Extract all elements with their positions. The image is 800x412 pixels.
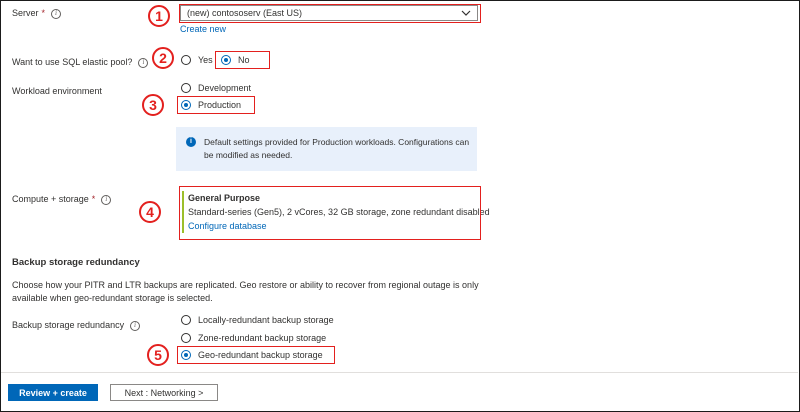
backup-label-row: Backup storage redundancy i — [12, 320, 141, 331]
callout-box-1 — [179, 4, 481, 23]
info-icon[interactable]: i — [101, 195, 112, 205]
elastic-pool-label: Want to use SQL elastic pool? — [12, 57, 133, 67]
callout-number-4: 4 — [139, 201, 161, 223]
footer-divider — [1, 372, 798, 373]
radio-label: Yes — [198, 55, 213, 65]
server-label-row: Server * i — [12, 8, 62, 19]
radio-button[interactable] — [181, 83, 191, 93]
callout-number-2: 2 — [152, 47, 174, 69]
info-circle-icon: i — [186, 137, 196, 147]
next-networking-button[interactable]: Next : Networking > — [110, 384, 218, 401]
workload-info-banner: i Default settings provided for Producti… — [176, 127, 477, 171]
backup-locally-redundant-option[interactable]: Locally-redundant backup storage — [181, 313, 334, 327]
info-icon[interactable]: i — [130, 321, 141, 331]
compute-label-row: Compute + storage * i — [12, 194, 112, 205]
callout-number-5: 5 — [147, 344, 169, 366]
required-mark: * — [91, 194, 96, 204]
backup-section-title: Backup storage redundancy — [12, 257, 140, 268]
callout-box-3 — [177, 96, 255, 114]
radio-button[interactable] — [181, 315, 191, 325]
callout-number-1: 1 — [148, 5, 170, 27]
backup-zone-redundant-option[interactable]: Zone-redundant backup storage — [181, 331, 326, 345]
callout-box-4 — [179, 186, 481, 240]
workload-development-option[interactable]: Development — [181, 81, 251, 95]
review-create-button[interactable]: Review + create — [8, 384, 98, 401]
server-label: Server — [12, 8, 39, 18]
radio-button[interactable] — [181, 333, 191, 343]
radio-button[interactable] — [181, 55, 191, 65]
info-icon[interactable]: i — [51, 9, 62, 19]
radio-label: Zone-redundant backup storage — [198, 333, 327, 343]
workload-label: Workload environment — [12, 86, 102, 96]
elastic-pool-label-row: Want to use SQL elastic pool? i — [12, 57, 149, 68]
create-new-link[interactable]: Create new — [180, 24, 226, 34]
info-icon[interactable]: i — [138, 58, 149, 68]
callout-box-5 — [177, 346, 335, 364]
required-mark: * — [41, 8, 46, 18]
workload-info-text: Default settings provided for Production… — [204, 137, 470, 160]
compute-label: Compute + storage — [12, 194, 89, 204]
callout-number-3: 3 — [142, 94, 164, 116]
radio-label: Locally-redundant backup storage — [198, 315, 334, 325]
elastic-pool-yes-option[interactable]: Yes — [181, 53, 213, 67]
backup-description: Choose how your PITR and LTR backups are… — [12, 280, 479, 303]
backup-label: Backup storage redundancy — [12, 320, 125, 330]
callout-box-2 — [215, 51, 270, 69]
radio-label: Development — [198, 83, 252, 93]
